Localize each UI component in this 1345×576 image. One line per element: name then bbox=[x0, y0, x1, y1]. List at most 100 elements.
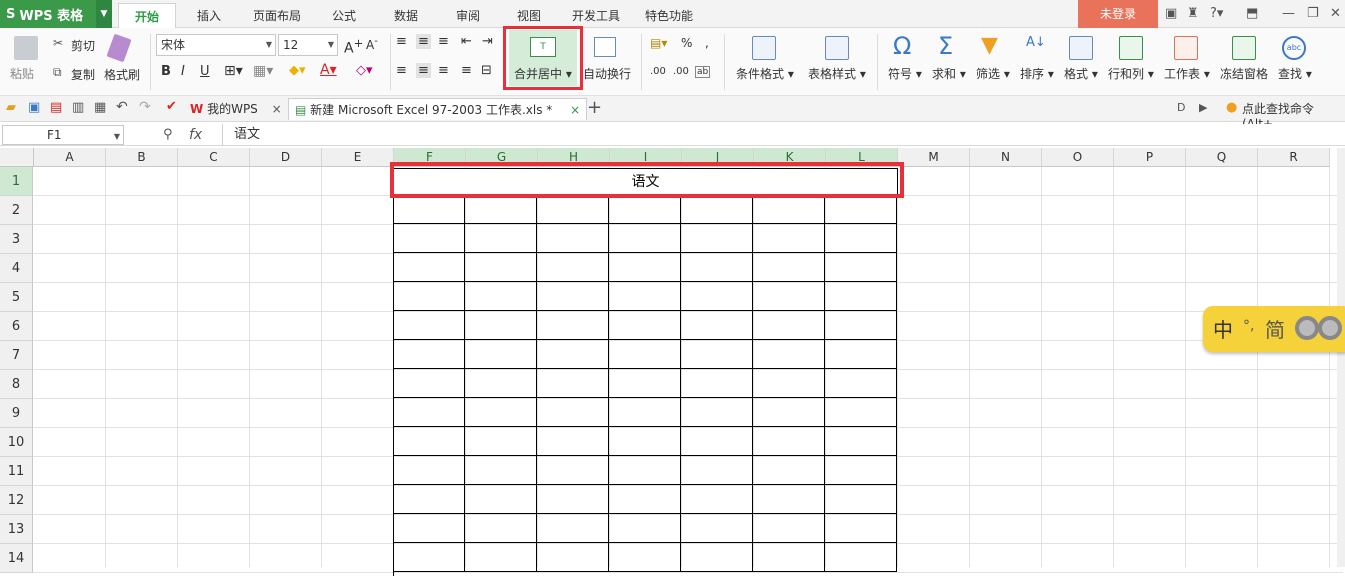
table-cell[interactable] bbox=[465, 282, 537, 311]
table-cell[interactable] bbox=[609, 543, 681, 572]
table-cell[interactable] bbox=[753, 543, 825, 572]
indent-decrease-icon[interactable]: ⇤ bbox=[461, 34, 472, 49]
table-cell[interactable] bbox=[609, 253, 681, 282]
table-cell[interactable] bbox=[753, 398, 825, 427]
omega-icon[interactable]: Ω bbox=[893, 32, 911, 60]
row-header[interactable]: 2 bbox=[0, 196, 33, 225]
table-cell[interactable] bbox=[609, 456, 681, 485]
conditional-format-icon[interactable] bbox=[752, 36, 776, 60]
table-cell[interactable] bbox=[825, 369, 897, 398]
align-top-icon[interactable]: ≡ bbox=[396, 34, 407, 49]
row-header[interactable]: 1 bbox=[0, 167, 33, 196]
scissors-icon[interactable]: ✂ bbox=[53, 36, 63, 50]
paste-button[interactable]: 粘贴 bbox=[10, 65, 34, 82]
table-cell[interactable] bbox=[825, 398, 897, 427]
bold-icon[interactable]: B bbox=[161, 64, 171, 79]
table-cell[interactable] bbox=[609, 369, 681, 398]
table-cell[interactable] bbox=[681, 398, 753, 427]
filter-button[interactable]: 筛选 ▾ bbox=[976, 65, 1010, 82]
cell-style-icon[interactable]: ▦▾ bbox=[253, 63, 273, 79]
tab-mywps[interactable]: W 我的WPS × bbox=[190, 98, 282, 120]
table-cell[interactable] bbox=[609, 224, 681, 253]
restore-top-icon[interactable]: ⬒ bbox=[1246, 6, 1258, 21]
table-cell[interactable] bbox=[681, 224, 753, 253]
row-header[interactable]: 14 bbox=[0, 544, 33, 573]
table-cell[interactable] bbox=[393, 253, 465, 282]
row-header[interactable]: 11 bbox=[0, 457, 33, 486]
table-cell[interactable] bbox=[537, 485, 609, 514]
table-cell[interactable] bbox=[681, 543, 753, 572]
table-cell[interactable] bbox=[609, 340, 681, 369]
tab-developer[interactable]: 开发工具 bbox=[572, 5, 620, 28]
undo-icon[interactable]: ↶ bbox=[116, 99, 128, 115]
font-color-icon[interactable]: A▾ bbox=[320, 62, 337, 78]
login-button[interactable]: 未登录 bbox=[1078, 0, 1158, 28]
table-cell[interactable] bbox=[609, 485, 681, 514]
table-cell[interactable] bbox=[393, 369, 465, 398]
open-folder-icon[interactable]: ▰ bbox=[6, 100, 16, 115]
underline-icon[interactable]: U bbox=[200, 64, 210, 79]
cut-button[interactable]: 剪切 bbox=[71, 37, 95, 54]
table-cell[interactable] bbox=[681, 311, 753, 340]
row-header[interactable]: 8 bbox=[0, 370, 33, 399]
table-cell[interactable] bbox=[537, 543, 609, 572]
table-cell[interactable] bbox=[393, 195, 465, 224]
table-cell[interactable] bbox=[681, 340, 753, 369]
row-header[interactable]: 5 bbox=[0, 283, 33, 312]
help-icon[interactable]: ?▾ bbox=[1210, 6, 1223, 21]
table-cell[interactable] bbox=[681, 456, 753, 485]
column-header[interactable]: P bbox=[1114, 148, 1186, 167]
table-style-icon[interactable] bbox=[825, 36, 849, 60]
chevron-down-icon[interactable]: ▼ bbox=[96, 0, 112, 28]
paste-icon[interactable] bbox=[14, 36, 38, 60]
column-header[interactable]: E bbox=[322, 148, 394, 167]
table-cell[interactable] bbox=[537, 427, 609, 456]
table-cell[interactable] bbox=[393, 282, 465, 311]
row-header[interactable]: 6 bbox=[0, 312, 33, 341]
table-cell[interactable] bbox=[609, 195, 681, 224]
table-cell[interactable] bbox=[753, 369, 825, 398]
table-cell[interactable] bbox=[537, 224, 609, 253]
sort-button[interactable]: 排序 ▾ bbox=[1020, 65, 1054, 82]
tab-page-layout[interactable]: 页面布局 bbox=[253, 5, 301, 28]
table-cell[interactable] bbox=[825, 456, 897, 485]
table-cell[interactable] bbox=[681, 427, 753, 456]
find-button[interactable]: 查找 ▾ bbox=[1278, 65, 1312, 82]
table-cell[interactable] bbox=[465, 195, 537, 224]
collapse-icon[interactable]: D bbox=[1177, 101, 1185, 114]
table-cell[interactable] bbox=[393, 398, 465, 427]
minimize-icon[interactable]: — bbox=[1282, 6, 1295, 21]
align-middle-icon[interactable]: ≡ bbox=[416, 34, 431, 49]
ime-punct[interactable]: °, bbox=[1243, 318, 1254, 334]
customize-icon[interactable]: ✔ bbox=[166, 99, 177, 114]
table-cell[interactable] bbox=[393, 543, 465, 572]
shirt-icon[interactable]: ♜ bbox=[1187, 6, 1199, 21]
table-cell[interactable] bbox=[753, 224, 825, 253]
table-cell[interactable] bbox=[393, 485, 465, 514]
font-size-select[interactable]: 12 ▼ bbox=[278, 34, 338, 56]
column-header[interactable]: N bbox=[970, 148, 1042, 167]
row-col-button[interactable]: 行和列 ▾ bbox=[1108, 65, 1154, 82]
copy-button[interactable]: 复制 bbox=[71, 66, 95, 83]
tab-formula[interactable]: 公式 bbox=[332, 5, 356, 28]
table-cell[interactable] bbox=[537, 340, 609, 369]
table-cell[interactable] bbox=[465, 340, 537, 369]
table-cell[interactable] bbox=[825, 514, 897, 543]
align-right-icon[interactable]: ≡ bbox=[438, 63, 449, 78]
table-cell[interactable] bbox=[825, 427, 897, 456]
column-header[interactable]: B bbox=[106, 148, 178, 167]
app-menu-button[interactable]: S WPS 表格 ▼ bbox=[0, 0, 112, 28]
table-cell[interactable] bbox=[681, 485, 753, 514]
italic-icon[interactable]: I bbox=[181, 64, 185, 79]
row-header[interactable]: 7 bbox=[0, 341, 33, 370]
align-left-icon[interactable]: ≡ bbox=[396, 63, 407, 78]
find-icon[interactable]: abc bbox=[1282, 36, 1306, 60]
freeze-icon[interactable] bbox=[1232, 36, 1256, 60]
zoom-icon[interactable]: ⚲ bbox=[163, 127, 173, 142]
row-header[interactable]: 4 bbox=[0, 254, 33, 283]
table-cell[interactable] bbox=[753, 311, 825, 340]
formula-input[interactable]: 语文 bbox=[234, 124, 260, 146]
table-cell[interactable] bbox=[537, 369, 609, 398]
table-cell[interactable] bbox=[753, 340, 825, 369]
indent-increase-icon[interactable]: ⇥ bbox=[482, 34, 493, 49]
